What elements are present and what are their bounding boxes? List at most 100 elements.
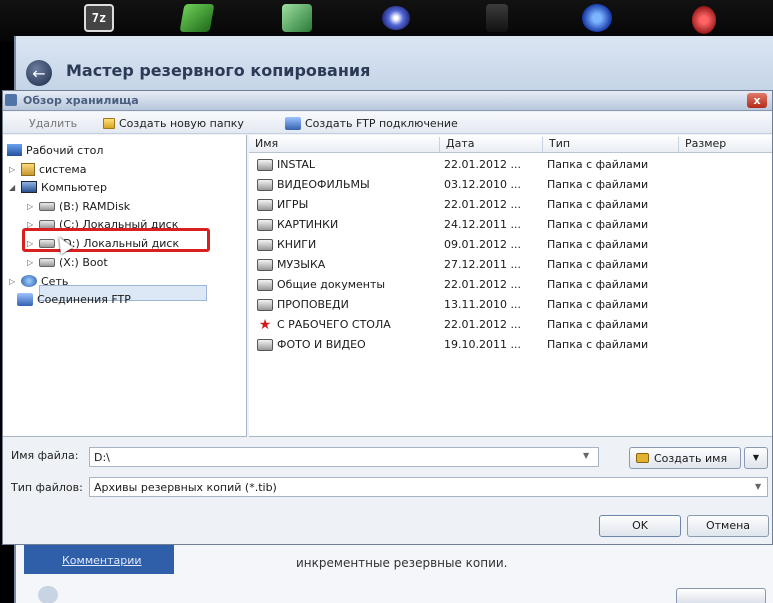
browser-app-icon[interactable]	[582, 4, 612, 32]
device-app-icon[interactable]	[486, 4, 508, 32]
expand-arrow-icon[interactable]: ▷	[9, 165, 17, 174]
folder-icon	[21, 162, 35, 176]
drive-icon	[39, 201, 55, 211]
create-name-button[interactable]: Создать имя	[629, 447, 741, 469]
create-name-dropdown-button[interactable]: ▼	[744, 447, 768, 469]
column-header-name[interactable]: Имя	[249, 137, 439, 152]
file-date: 19.10.2011 ...	[444, 338, 521, 351]
tree-item-desktop[interactable]: Рабочий стол	[7, 141, 103, 159]
tree-item-drive-b[interactable]: ▷ (B:) RAMDisk	[27, 197, 130, 215]
wizard-bottom-panel: Комментарии инкрементные резервные копии…	[16, 542, 773, 603]
tree-item-label: Компьютер	[41, 180, 107, 194]
network-icon	[21, 275, 37, 287]
new-folder-icon	[103, 117, 115, 129]
file-row[interactable]: Общие документы 22.01.2012 ... Папка с ф…	[249, 275, 772, 295]
notes-app-icon[interactable]	[179, 4, 215, 32]
comments-link[interactable]: Комментарии	[24, 544, 174, 574]
file-name: КНИГИ	[277, 238, 317, 251]
music-folder-icon	[257, 258, 273, 271]
dialog-toolbar: Удалить Создать новую папку Создать FTP …	[3, 112, 772, 134]
tree-item-label: (B:) RAMDisk	[59, 199, 131, 213]
file-name: ФОТО И ВИДЕО	[277, 338, 366, 351]
file-name: КАРТИНКИ	[277, 218, 339, 231]
editor-app-icon[interactable]	[282, 4, 312, 32]
filename-input[interactable]: D:\	[89, 447, 599, 467]
star-icon: ★	[258, 316, 272, 333]
file-date: 27.12.2011 ...	[444, 258, 521, 271]
ok-button[interactable]: OK	[599, 515, 681, 537]
file-row[interactable]: INSTAL 22.01.2012 ... Папка с файлами	[249, 155, 772, 175]
file-type: Папка с файлами	[547, 318, 649, 331]
file-type: Папка с файлами	[547, 218, 649, 231]
file-date: 09.01.2012 ...	[444, 238, 521, 251]
new-ftp-label: Создать FTP подключение	[305, 116, 458, 130]
file-row[interactable]: МУЗЫКА 27.12.2011 ... Папка с файлами	[249, 255, 772, 275]
ftp-connection-icon	[285, 116, 301, 130]
tree-item-system[interactable]: ▷ система	[9, 160, 86, 178]
pictures-folder-icon	[257, 218, 273, 231]
column-header-date[interactable]: Дата	[439, 137, 542, 152]
storage-browser-dialog: Обзор хранилища x Удалить Создать новую …	[2, 90, 773, 545]
ftp-icon	[17, 292, 33, 306]
file-type: Папка с файлами	[547, 178, 649, 191]
tree-item-computer[interactable]: ◢ Компьютер	[9, 178, 107, 196]
delete-button[interactable]: Удалить	[29, 115, 77, 131]
dialog-app-icon	[5, 94, 17, 106]
dialog-title: Обзор хранилища	[23, 94, 139, 107]
file-name: ИГРЫ	[277, 198, 309, 211]
desktop-icon	[7, 144, 22, 156]
disc-app-icon[interactable]	[382, 6, 410, 30]
file-date: 13.11.2010 ...	[444, 298, 521, 311]
file-row[interactable]: ВИДЕОФИЛЬМЫ 03.12.2010 ... Папка с файла…	[249, 175, 772, 195]
new-folder-label: Создать новую папку	[119, 116, 244, 130]
wizard-header: ← Мастер резервного копирования	[16, 36, 773, 96]
expand-arrow-icon[interactable]: ▷	[27, 202, 35, 211]
computer-icon	[21, 181, 37, 193]
folder-icon	[257, 298, 273, 311]
dialog-titlebar: Обзор хранилища x	[3, 91, 772, 111]
expand-arrow-icon[interactable]: ▷	[27, 258, 35, 267]
file-type: Папка с файлами	[547, 258, 649, 271]
filetype-select[interactable]: Архивы резервных копий (*.tib)	[89, 477, 768, 497]
new-folder-button[interactable]: Создать новую папку	[103, 115, 244, 131]
file-list: Имя Дата Тип Размер INSTAL 22.01.2012 ..…	[249, 135, 772, 437]
tree-item-label: Рабочий стол	[26, 143, 104, 157]
folder-tree: Рабочий стол ▷ система ◢ Компьютер ▷ (B:…	[3, 135, 247, 437]
wizard-next-button[interactable]	[676, 588, 766, 603]
file-row[interactable]: ПРОПОВЕДИ 13.11.2010 ... Папка с файлами	[249, 295, 772, 315]
file-row[interactable]: ИГРЫ 22.01.2012 ... Папка с файлами	[249, 195, 772, 215]
close-button[interactable]: x	[747, 93, 767, 108]
file-row[interactable]: КАРТИНКИ 24.12.2011 ... Папка с файлами	[249, 215, 772, 235]
tree-item-ftp[interactable]: Соединения FTP	[17, 290, 131, 308]
back-arrow-icon[interactable]: ←	[26, 60, 52, 86]
file-type: Папка с файлами	[547, 298, 649, 311]
cancel-button[interactable]: Отмена	[687, 515, 769, 537]
books-folder-icon	[257, 238, 273, 251]
tree-item-network[interactable]: ▷ Сеть	[9, 272, 68, 290]
camera-folder-icon	[257, 338, 273, 351]
red-app-icon[interactable]	[692, 6, 716, 34]
file-type: Папка с файлами	[547, 338, 649, 351]
file-row[interactable]: ★ С РАБОЧЕГО СТОЛА 22.01.2012 ... Папка с…	[249, 315, 772, 335]
column-header-size[interactable]: Размер	[678, 137, 772, 152]
expand-arrow-icon[interactable]: ▷	[9, 277, 17, 286]
collapse-arrow-icon[interactable]: ◢	[9, 183, 17, 192]
file-row[interactable]: КНИГИ 09.01.2012 ... Папка с файлами	[249, 235, 772, 255]
tree-item-drive-x[interactable]: ▷ (X:) Boot	[27, 253, 108, 271]
chevron-down-icon[interactable]: ▼	[583, 451, 589, 460]
column-header-type[interactable]: Тип	[542, 137, 678, 152]
file-row[interactable]: ФОТО И ВИДЕО 19.10.2011 ... Папка с файл…	[249, 335, 772, 355]
chevron-down-icon[interactable]: ▼	[755, 482, 761, 491]
filetype-label: Тип файлов:	[11, 481, 83, 494]
selection-annotation	[22, 228, 210, 252]
file-name: ПРОПОВЕДИ	[277, 298, 349, 311]
tree-item-label: Сеть	[41, 274, 69, 288]
seven-zip-icon[interactable]: 7z	[84, 4, 114, 32]
new-ftp-connection-button[interactable]: Создать FTP подключение	[285, 115, 458, 131]
file-type: Папка с файлами	[547, 278, 649, 291]
tree-item-label: Соединения FTP	[37, 292, 131, 306]
file-date: 22.01.2012 ...	[444, 198, 521, 211]
file-date: 22.01.2012 ...	[444, 278, 521, 291]
file-type: Папка с файлами	[547, 238, 649, 251]
help-icon[interactable]	[38, 586, 58, 603]
